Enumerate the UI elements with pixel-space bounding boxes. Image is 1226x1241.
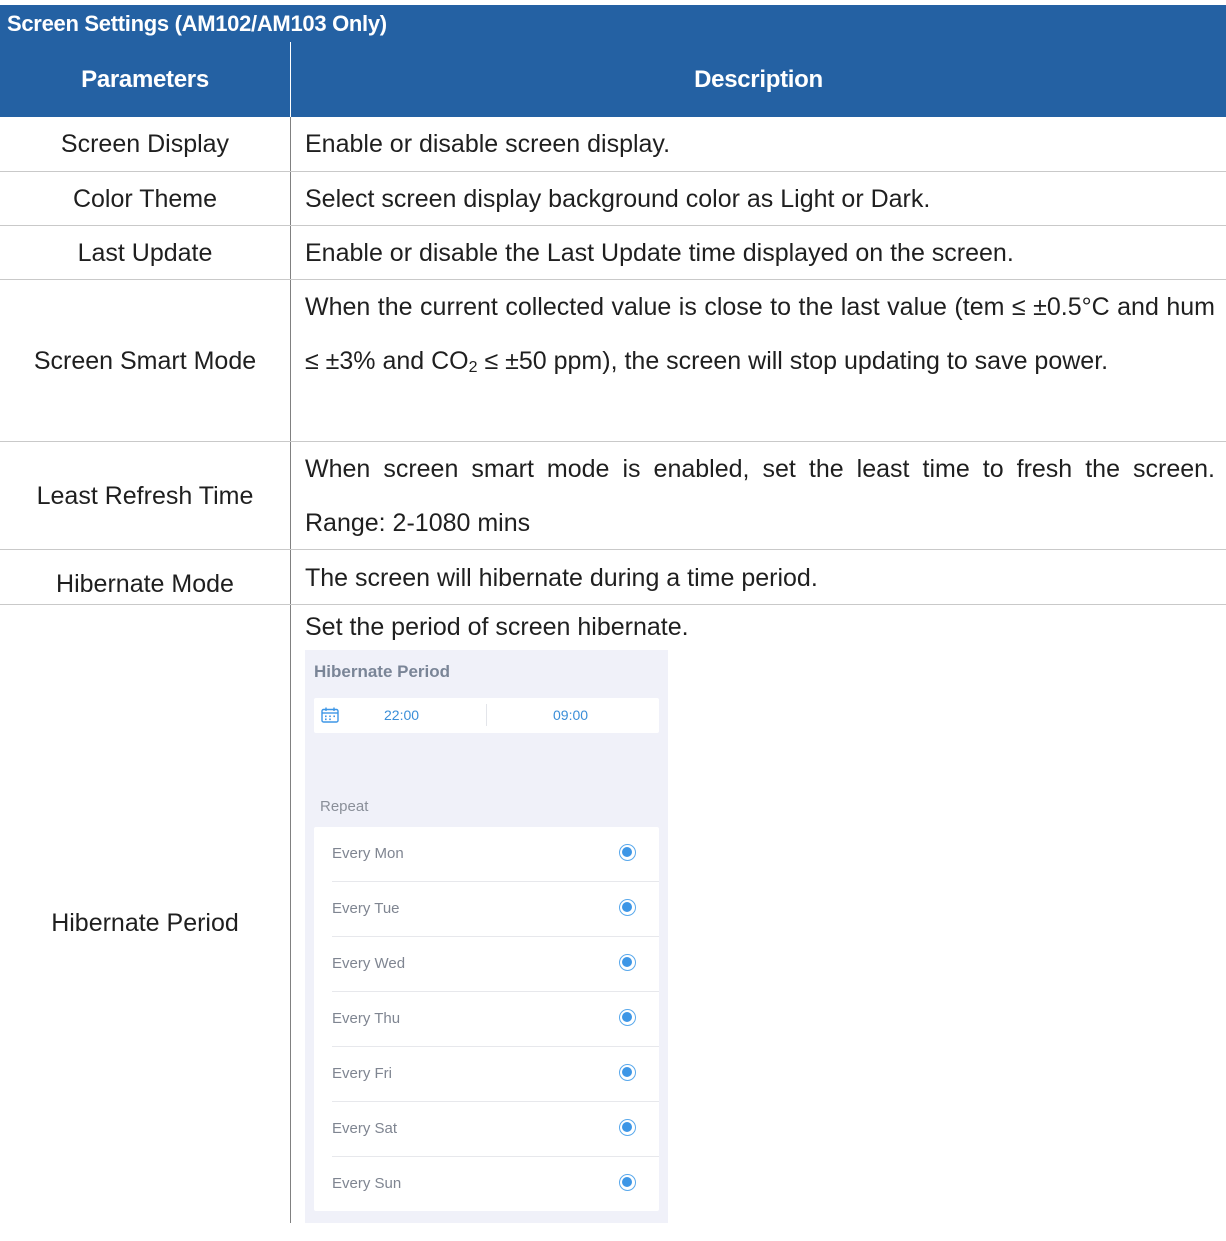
param-cell: Hibernate Period	[51, 909, 239, 937]
day-option[interactable]: Every Sat	[332, 1102, 659, 1157]
desc-cell: Enable or disable screen display.	[305, 130, 671, 158]
day-label: Every Wed	[332, 955, 406, 972]
day-label: Every Sat	[332, 1120, 398, 1137]
radio-selected-icon[interactable]	[619, 1119, 636, 1136]
desc-cell: When screen smart mode is enabled, set t…	[305, 455, 1215, 537]
hibernate-period-panel: Hibernate Period 22:00 09:00 Repeat Ever…	[305, 650, 668, 1223]
table-row: Least Refresh Time When screen smart mod…	[0, 442, 1226, 550]
param-cell: Screen Display	[60, 130, 230, 158]
table-row: Hibernate Mode The screen will hibernate…	[0, 550, 1226, 605]
day-option[interactable]: Every Fri	[332, 1047, 659, 1102]
desc-text: ≤ ±50 ppm), the screen will stop updatin…	[477, 347, 1109, 375]
desc-cell: Set the period of screen hibernate.	[305, 613, 689, 641]
param-cell: Least Refresh Time	[36, 482, 254, 510]
day-option[interactable]: Every Tue	[332, 882, 659, 937]
radio-selected-icon[interactable]	[619, 1064, 636, 1081]
table-row: Screen Display Enable or disable screen …	[0, 117, 1226, 172]
header-description: Description	[694, 66, 823, 93]
param-cell: Last Update	[77, 239, 213, 267]
day-option[interactable]: Every Wed	[332, 937, 659, 992]
table-row: Last Update Enable or disable the Last U…	[0, 226, 1226, 280]
desc-cell: When the current collected value is clos…	[305, 280, 1215, 388]
header-parameters: Parameters	[81, 66, 209, 93]
time-range-picker[interactable]: 22:00 09:00	[314, 698, 659, 733]
calendar-icon	[321, 707, 339, 723]
table-row: Color Theme Select screen display backgr…	[0, 172, 1226, 226]
radio-selected-icon[interactable]	[619, 954, 636, 971]
day-label: Every Sun	[332, 1175, 402, 1192]
param-cell: Screen Smart Mode	[33, 347, 257, 375]
day-label: Every Thu	[332, 1010, 401, 1027]
repeat-day-list: Every Mon Every Tue Every Wed Every Thu …	[314, 827, 659, 1211]
repeat-label: Repeat	[320, 798, 369, 815]
end-time[interactable]: 09:00	[553, 707, 588, 723]
radio-selected-icon[interactable]	[619, 899, 636, 916]
subscript: 2	[468, 359, 478, 376]
table-title: Screen Settings (AM102/AM103 Only)	[0, 5, 1226, 42]
param-cell: Color Theme	[72, 185, 218, 213]
desc-cell: Enable or disable the Last Update time d…	[305, 239, 1014, 267]
desc-cell: Select screen display background color a…	[305, 185, 931, 213]
day-label: Every Mon	[332, 845, 404, 862]
table-row: Screen Smart Mode When the current colle…	[0, 280, 1226, 442]
start-time[interactable]: 22:00	[384, 707, 419, 723]
radio-selected-icon[interactable]	[619, 1174, 636, 1191]
radio-selected-icon[interactable]	[619, 1009, 636, 1026]
day-option[interactable]: Every Thu	[332, 992, 659, 1047]
day-option[interactable]: Every Sun	[332, 1157, 659, 1212]
day-label: Every Fri	[332, 1065, 392, 1082]
panel-title: Hibernate Period	[314, 662, 451, 681]
day-option[interactable]: Every Mon	[332, 827, 659, 882]
radio-selected-icon[interactable]	[619, 844, 636, 861]
desc-cell: The screen will hibernate during a time …	[305, 564, 818, 592]
day-label: Every Tue	[332, 900, 400, 917]
